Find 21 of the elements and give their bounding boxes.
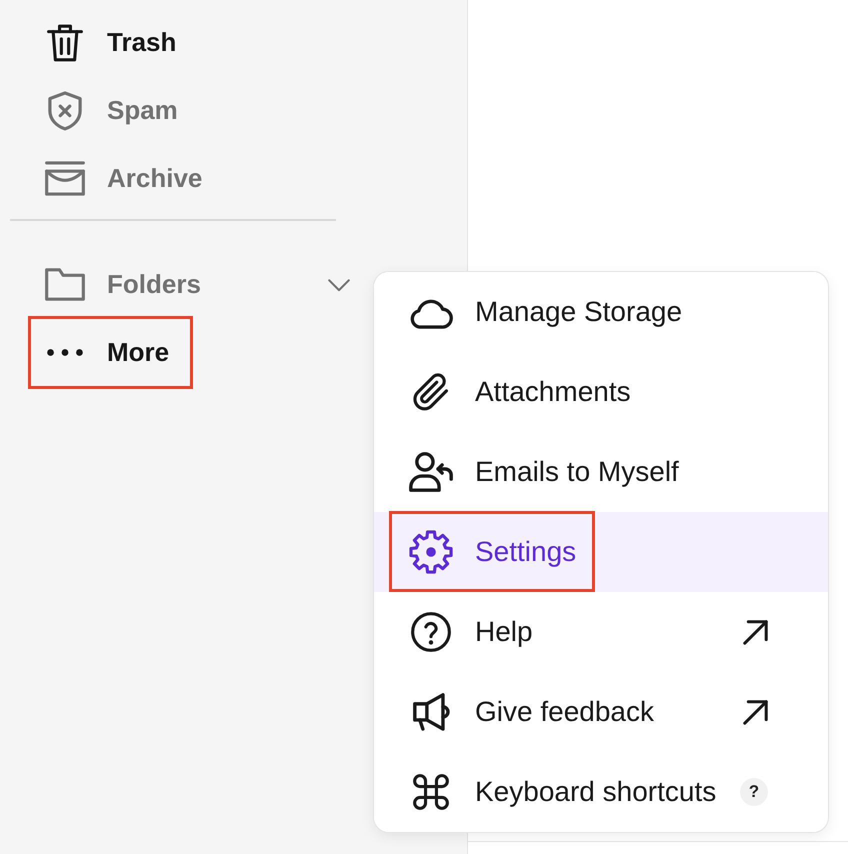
menu-item[interactable]: Manage Storage [374,272,828,352]
question-circle-icon [411,612,451,652]
gear-icon [409,530,453,574]
menu-item[interactable]: Keyboard shortcuts ? [374,752,828,832]
megaphone-icon [412,693,450,731]
folder-icon [45,268,85,301]
trash-icon [47,22,83,62]
archive-tray-icon [45,161,85,196]
menu-item[interactable]: Settings [374,512,828,592]
menu-item[interactable]: Help [374,592,828,672]
chevron-icon[interactable] [328,278,350,292]
menu-item[interactable]: Attachments [374,352,828,432]
shortcut-key: ? [740,778,768,806]
command-key-icon [413,774,449,810]
more-dots-icon [47,349,83,356]
sidebar-item[interactable]: More [28,316,194,389]
paperclip-icon [413,372,449,412]
shield-x-icon [48,90,82,130]
person-reply-icon [409,452,453,492]
menu-item[interactable]: Give feedback [374,672,828,752]
menu-item[interactable]: Emails to Myself [374,432,828,512]
